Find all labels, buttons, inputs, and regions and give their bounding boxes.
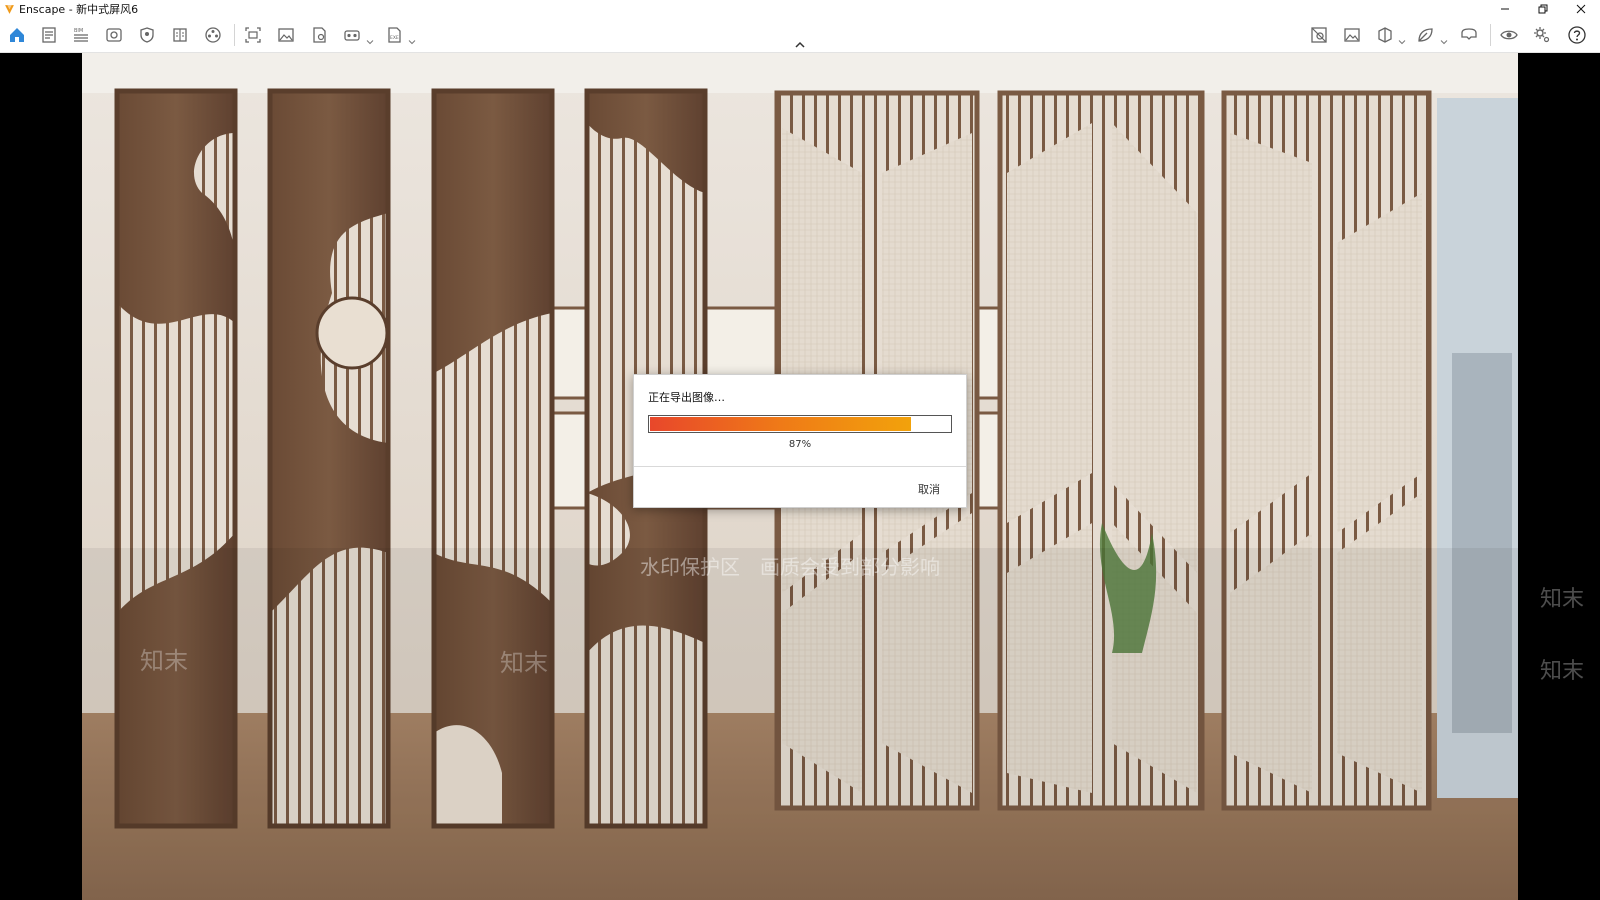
- leaf-dropdown-caret[interactable]: [1440, 31, 1448, 45]
- panorama-icon: [344, 30, 360, 41]
- watermark-banner: 水印保护区 画质会受到部分影响: [640, 555, 940, 579]
- gallery-button[interactable]: [1341, 24, 1363, 46]
- chevron-down-icon: [1398, 40, 1406, 45]
- map-icon: [1311, 27, 1327, 43]
- view-button[interactable]: [103, 24, 125, 46]
- settings-icon: [1534, 27, 1550, 43]
- restore-icon: [1538, 4, 1548, 14]
- help-icon: [1568, 26, 1586, 44]
- minimize-button[interactable]: [1486, 0, 1524, 18]
- window-title: Enscape - 新中式屏风6: [19, 3, 139, 16]
- title-bar: Enscape - 新中式屏风6: [0, 0, 1600, 19]
- chevron-down-icon: [366, 40, 374, 45]
- book-button[interactable]: [169, 24, 191, 46]
- gallery-icon: [1344, 28, 1360, 42]
- restore-button[interactable]: [1524, 0, 1562, 18]
- enscape-logo-icon: [5, 4, 14, 14]
- panorama-button[interactable]: [341, 24, 363, 46]
- cancel-button[interactable]: 取消: [918, 481, 940, 497]
- book-icon: [173, 28, 187, 42]
- eye-button[interactable]: [1498, 24, 1520, 46]
- view-icon: [106, 28, 122, 42]
- film-reel-button[interactable]: [202, 24, 224, 46]
- film-reel-icon: [205, 27, 221, 43]
- watermark-mark: 知末: [140, 647, 188, 675]
- bim-button[interactable]: BIM: [70, 24, 92, 46]
- home-icon: [10, 28, 24, 42]
- panorama-dropdown-caret[interactable]: [366, 31, 374, 45]
- watermark-mark: 知末: [500, 649, 548, 677]
- dialog-title: 正在导出图像…: [648, 391, 725, 404]
- toolbar-separator: [234, 24, 235, 46]
- document-button[interactable]: [38, 24, 60, 46]
- watermark-mark: 知末: [1540, 659, 1585, 684]
- home-button[interactable]: [6, 24, 28, 46]
- shield-button[interactable]: [136, 24, 158, 46]
- bim-icon: BIM: [74, 28, 88, 42]
- export-exe-button[interactable]: EXE: [383, 24, 405, 46]
- svg-text:BIM: BIM: [74, 28, 83, 34]
- help-button[interactable]: [1566, 24, 1588, 46]
- shield-icon: [140, 27, 154, 43]
- leaf-icon: [1418, 28, 1433, 42]
- export-progress-dialog: 正在导出图像… 87% 取消: [633, 374, 967, 508]
- dialog-divider: [634, 466, 966, 467]
- export-exe-icon: EXE: [388, 27, 401, 43]
- toolbar-separator: [1490, 24, 1491, 46]
- cube-dropdown-caret[interactable]: [1398, 31, 1406, 45]
- batch-render-button[interactable]: [308, 24, 330, 46]
- minimize-icon: [1501, 8, 1509, 10]
- close-button[interactable]: [1562, 0, 1600, 18]
- chevron-down-icon: [1440, 40, 1448, 45]
- watermark-mark: 知末: [1540, 587, 1585, 612]
- map-button[interactable]: [1308, 24, 1330, 46]
- chevron-down-icon: [408, 40, 416, 45]
- export-progress-bar: [648, 415, 952, 433]
- collapse-toolbar-chevron-icon[interactable]: [794, 40, 806, 50]
- vr-headset-button[interactable]: [1458, 24, 1480, 46]
- eye-icon: [1500, 30, 1518, 40]
- image-icon: [278, 28, 294, 42]
- leaf-button[interactable]: [1414, 24, 1436, 46]
- close-icon: [1576, 4, 1586, 14]
- progress-fill: [650, 417, 911, 431]
- screenshot-icon: [245, 27, 261, 43]
- svg-text:EXE: EXE: [390, 35, 399, 41]
- export-dropdown-caret[interactable]: [408, 31, 416, 45]
- screenshot-button[interactable]: [242, 24, 264, 46]
- document-icon: [42, 27, 56, 43]
- batch-render-icon: [313, 27, 326, 43]
- image-button[interactable]: [275, 24, 297, 46]
- progress-percent: 87%: [788, 439, 812, 450]
- vr-headset-icon: [1461, 28, 1477, 40]
- settings-button[interactable]: [1531, 24, 1553, 46]
- cube-icon: [1378, 27, 1392, 43]
- cube-button[interactable]: [1374, 24, 1396, 46]
